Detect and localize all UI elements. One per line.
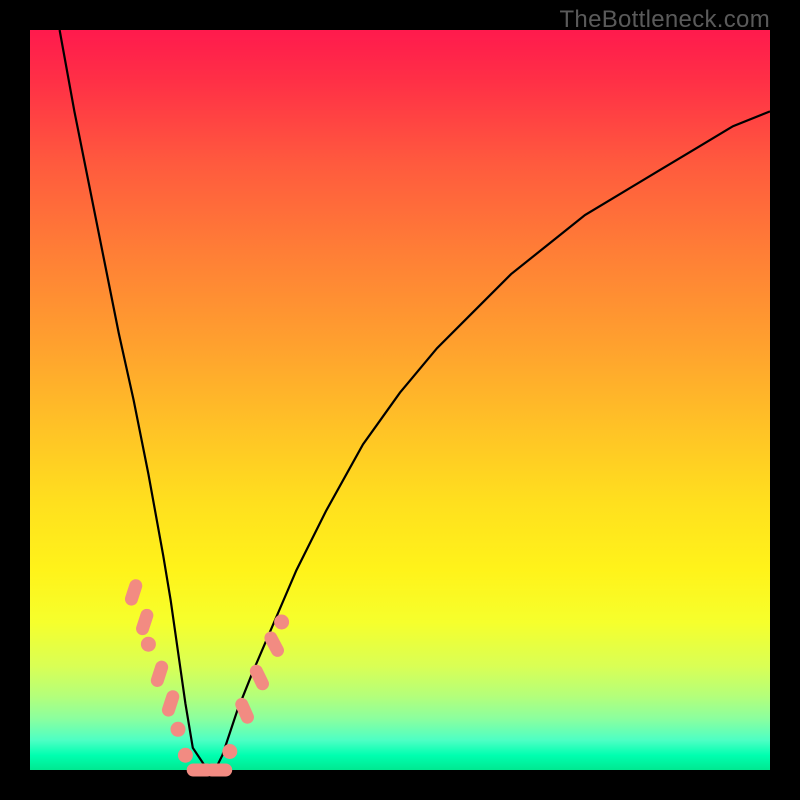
data-marker [222, 744, 237, 759]
data-marker [123, 578, 144, 608]
marker-group [123, 578, 289, 777]
chart-svg [30, 30, 770, 770]
data-marker [205, 764, 232, 777]
bottleneck-curve [60, 30, 770, 770]
plot-area [30, 30, 770, 770]
data-marker [149, 659, 170, 689]
chart-frame: TheBottleneck.com [0, 0, 800, 800]
data-marker [141, 637, 156, 652]
data-marker [134, 607, 155, 637]
data-marker [160, 689, 181, 719]
data-marker [178, 748, 193, 763]
data-marker [274, 615, 289, 630]
data-marker [171, 722, 186, 737]
